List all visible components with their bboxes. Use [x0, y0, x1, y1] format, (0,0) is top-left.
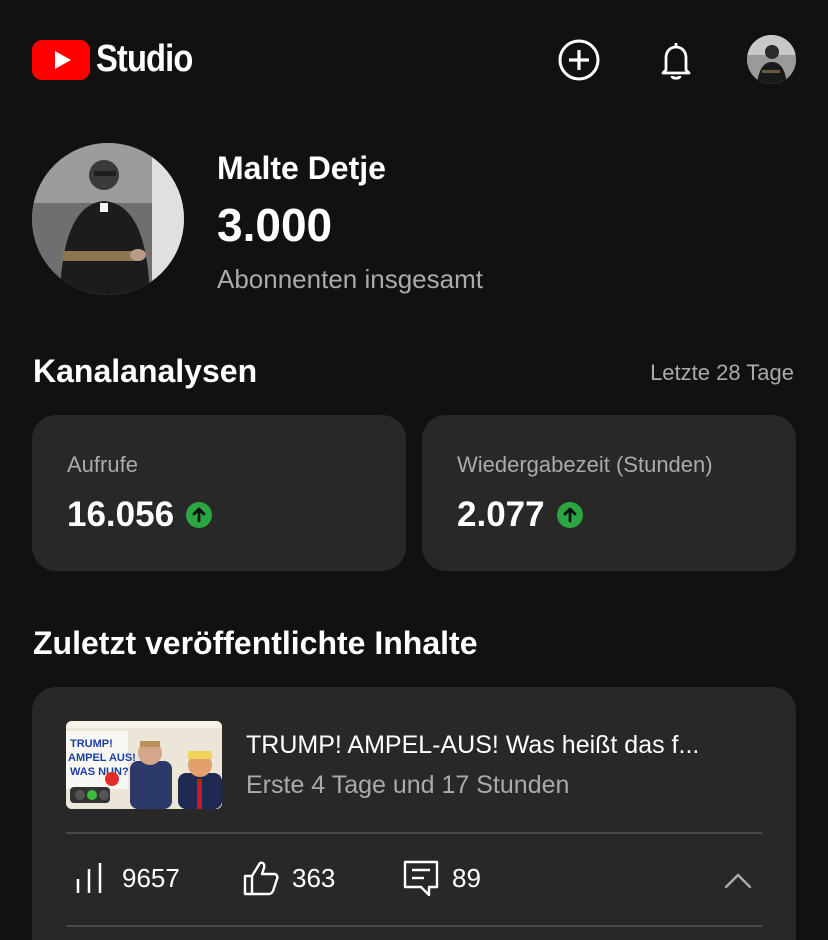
channel-avatar[interactable] [32, 143, 184, 295]
channel-name: Malte Detje [217, 150, 386, 186]
svg-text:WAS NUN?: WAS NUN? [70, 766, 129, 778]
account-avatar[interactable] [747, 35, 796, 84]
views-count: 9657 [122, 862, 180, 893]
create-icon[interactable] [557, 38, 601, 82]
chevron-up-icon[interactable] [722, 869, 754, 891]
app-header: Studio [0, 0, 828, 120]
notifications-bell-icon[interactable] [654, 38, 698, 82]
divider [66, 832, 762, 834]
trend-up-icon [556, 502, 583, 528]
views-card[interactable]: Aufrufe 16.056 [32, 415, 406, 571]
video-thumbnail[interactable]: TRUMP! AMPEL AUS! WAS NUN? [66, 721, 222, 809]
bar-chart-icon [76, 863, 102, 893]
likes-stat: 363 [242, 859, 335, 897]
youtube-play-icon [32, 39, 90, 80]
video-subtitle: Erste 4 Tage und 17 Stunden [246, 771, 570, 799]
watch-time-card[interactable]: Wiedergabezeit (Stunden) 2.077 [422, 415, 796, 571]
video-title[interactable]: TRUMP! AMPEL-AUS! Was heißt das f... [246, 731, 766, 760]
watch-time-value: 2.077 [457, 495, 545, 534]
divider [66, 925, 762, 927]
analytics-heading: Kanalanalysen [33, 353, 258, 389]
comments-stat: 89 [402, 859, 481, 897]
views-stat: 9657 [72, 859, 180, 897]
recent-video-card[interactable]: TRUMP! AMPEL AUS! WAS NUN? TRUMP! AMPEL-… [32, 687, 796, 940]
watch-time-label: Wiedergabezeit (Stunden) [457, 452, 713, 477]
comment-icon [403, 860, 439, 897]
likes-count: 363 [292, 862, 336, 893]
views-label: Aufrufe [67, 452, 138, 477]
svg-text:TRUMP!: TRUMP! [70, 738, 113, 750]
views-value: 16.056 [67, 495, 175, 534]
subscriber-count: 3.000 [217, 199, 333, 251]
analytics-period: Letzte 28 Tage [650, 360, 794, 385]
comments-count: 89 [452, 862, 481, 893]
recent-content-heading: Zuletzt veröffentlichte Inhalte [33, 625, 478, 661]
logo-text: Studio [96, 38, 193, 80]
svg-text:AMPEL AUS!: AMPEL AUS! [68, 752, 136, 764]
thumbs-up-icon [243, 861, 279, 896]
studio-logo[interactable]: Studio [32, 38, 208, 81]
trend-up-icon [186, 502, 213, 528]
subscriber-label: Abonnenten insgesamt [217, 264, 483, 294]
